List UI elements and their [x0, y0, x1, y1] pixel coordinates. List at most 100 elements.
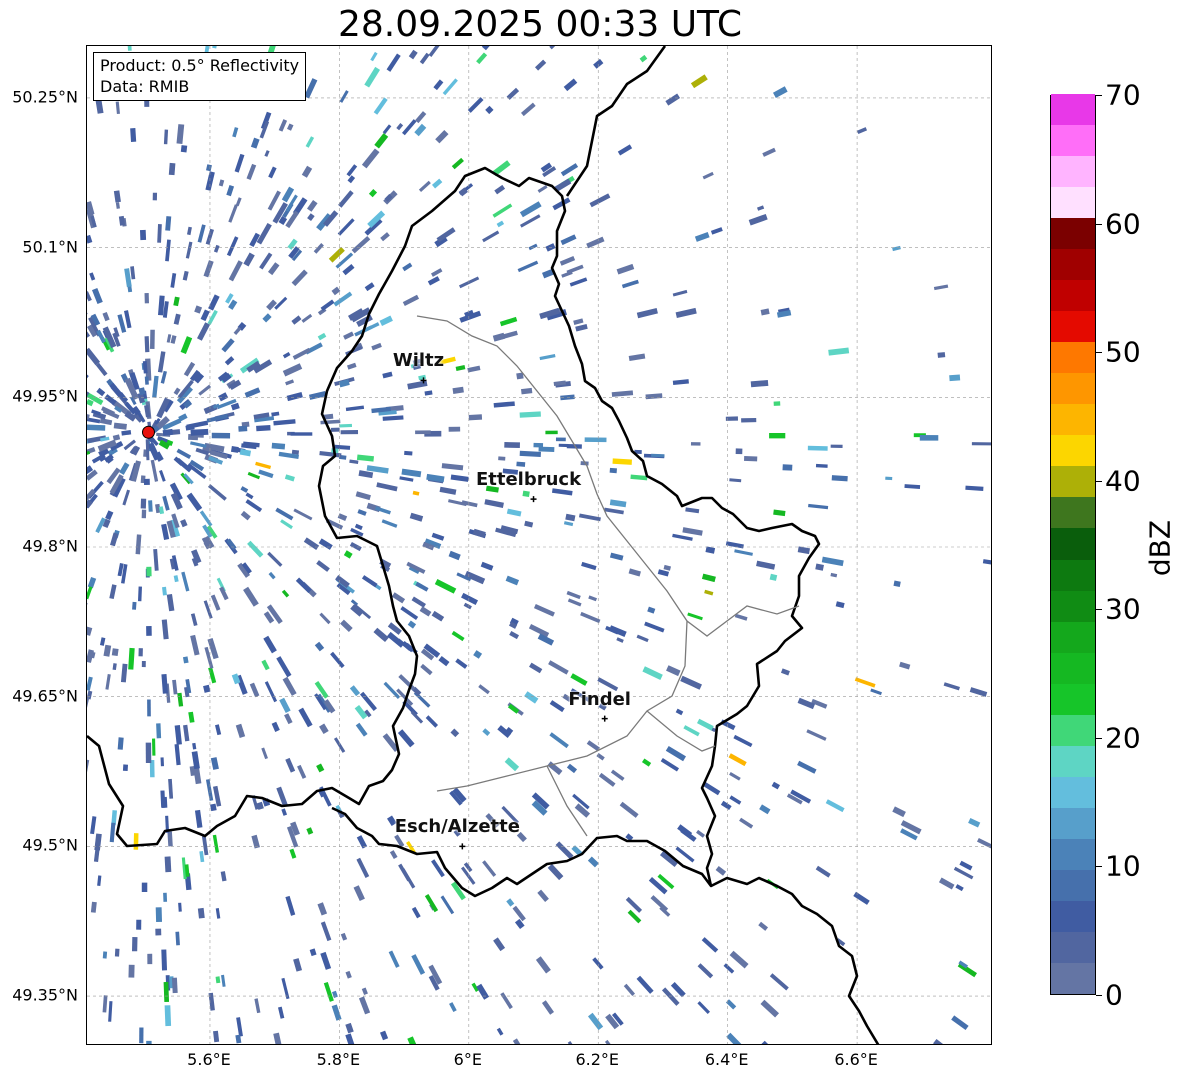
echo-cell — [255, 461, 272, 470]
echo-cell — [399, 476, 414, 482]
echo-cell — [373, 97, 388, 115]
echo-cell — [533, 604, 555, 617]
echo-cell — [117, 737, 124, 750]
colorbar-segment — [1051, 714, 1095, 746]
echo-cell — [427, 276, 440, 286]
colorbar-tick-label: 70 — [1105, 78, 1141, 112]
echo-cell — [200, 309, 210, 322]
echo-cell — [141, 882, 148, 892]
echo-cell — [90, 901, 97, 913]
echo-cell — [173, 575, 179, 583]
colorbar-segment — [1051, 279, 1095, 312]
echo-cell — [256, 425, 271, 432]
echo-cell — [239, 448, 252, 457]
echo-cell — [278, 119, 288, 132]
echo-cell — [345, 1033, 358, 1044]
echo-cell — [528, 243, 538, 251]
echo-cell — [476, 52, 488, 65]
colorbar-segment — [1051, 559, 1095, 591]
echo-cell — [297, 764, 307, 779]
echo-cell — [404, 450, 413, 456]
echo-cell — [651, 453, 665, 458]
radar-echoes — [87, 46, 991, 1044]
echo-cell — [831, 475, 848, 482]
echo-cell — [617, 144, 633, 156]
echo-cell — [760, 1040, 777, 1044]
echo-cell — [616, 263, 635, 275]
lon-tick-label: 6°E — [453, 1050, 482, 1069]
echo-cell — [207, 484, 227, 501]
echo-cell — [105, 674, 111, 690]
echo-cell — [161, 619, 169, 640]
echo-cell — [121, 430, 132, 436]
echo-cell — [650, 895, 669, 912]
echo-cell — [682, 527, 703, 536]
echo-cell — [345, 1022, 354, 1034]
echo-cell — [808, 503, 829, 510]
lon-tick-label: 6.6°E — [834, 1050, 878, 1069]
echo-cell — [807, 445, 828, 451]
echo-cell — [949, 374, 961, 382]
echo-cell — [933, 284, 949, 291]
echo-cell — [349, 541, 362, 552]
echo-cell — [309, 948, 317, 957]
echo-cell — [128, 647, 135, 670]
echo-cell — [628, 568, 641, 577]
echo-cell — [141, 509, 147, 519]
echo-cell — [87, 347, 101, 366]
map-canvas — [87, 46, 991, 1044]
echo-cell — [493, 401, 515, 408]
echo-cell — [570, 673, 588, 686]
echo-cell — [347, 175, 356, 184]
echo-cell — [171, 977, 178, 994]
echo-cell — [408, 49, 418, 60]
radar-site-marker[interactable] — [141, 425, 155, 439]
echo-cell — [215, 724, 222, 736]
echo-cell — [666, 665, 681, 677]
echo-cell — [505, 575, 520, 586]
colorbar-segment — [1051, 776, 1095, 808]
echo-cell — [506, 898, 515, 907]
echo-cell — [604, 507, 624, 515]
echo-cell — [205, 779, 214, 801]
product-info-box: Product: 0.5° Reflectivity Data: RMIB — [93, 52, 307, 101]
echo-cell — [450, 474, 469, 482]
radar-map[interactable] — [86, 45, 992, 1045]
echo-cell — [218, 392, 229, 402]
echo-cell — [580, 611, 601, 624]
echo-cell — [180, 336, 193, 355]
echo-cell — [769, 973, 789, 991]
echo-cell — [549, 700, 565, 713]
echo-cell — [415, 430, 431, 435]
echo-cell — [535, 59, 547, 71]
city-marker[interactable] — [601, 715, 608, 722]
echo-cell — [339, 423, 353, 428]
echo-cell — [356, 454, 375, 462]
colorbar-tick — [1096, 866, 1102, 868]
echo-cell — [773, 509, 786, 517]
echo-cell — [830, 572, 838, 578]
echo-cell — [349, 459, 359, 464]
echo-cell — [937, 352, 946, 358]
echo-cell — [194, 305, 203, 314]
echo-cell — [87, 424, 106, 431]
colorbar-segment — [1051, 434, 1095, 467]
echo-cell — [589, 193, 611, 208]
echo-cell — [467, 365, 481, 373]
echo-cell — [208, 992, 215, 1011]
echo-cell — [448, 426, 461, 432]
echo-cell — [211, 432, 231, 439]
echo-cell — [690, 74, 708, 89]
echo-cell — [604, 1039, 616, 1044]
echo-cell — [854, 677, 876, 688]
echo-cell — [264, 681, 278, 703]
echo-cell — [455, 658, 468, 669]
echo-cell — [729, 478, 742, 483]
echo-cell — [504, 442, 520, 449]
city-marker[interactable] — [459, 843, 466, 850]
city-marker[interactable] — [530, 496, 537, 503]
echo-cell — [434, 579, 457, 594]
echo-cell — [109, 584, 117, 600]
echo-cell — [247, 540, 264, 558]
echo-cell — [806, 729, 827, 741]
